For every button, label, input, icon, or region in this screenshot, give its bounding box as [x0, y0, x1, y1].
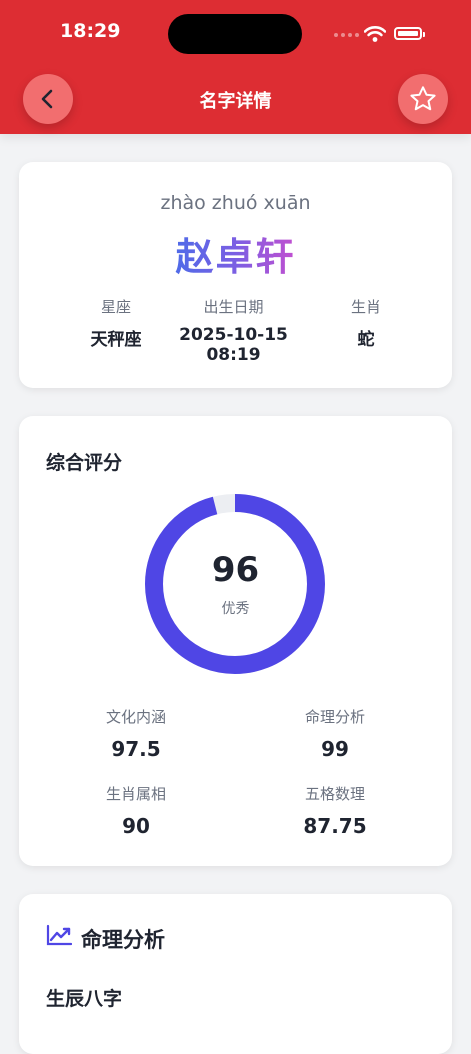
info-label: 生肖: [350, 298, 381, 316]
info-value: 天秤座: [90, 330, 142, 350]
star-outline-icon: [410, 86, 436, 111]
name-title: 赵卓轩: [19, 226, 452, 281]
metric-fortune: 命理分析 99: [245, 706, 425, 761]
bazi-subtitle: 生辰八字: [46, 988, 123, 1010]
metric-label: 文化内涵: [105, 708, 166, 726]
name-card: zhào zhuó xuān 赵卓轩 星座 天秤座 出生日期 2025-10-1…: [19, 162, 452, 388]
info-label: 星座: [100, 298, 131, 316]
wifi-icon: [364, 26, 386, 42]
score-card: 综合评分 96 优秀 文化内涵 97.5 命理分析 99 生肖属相 90 五格数…: [19, 416, 452, 866]
name-text: 赵卓轩: [175, 235, 296, 279]
metric-value: 97.5: [111, 737, 161, 761]
info-zodiac: 星座 天秤座: [71, 296, 161, 350]
analysis-card: 命理分析 生辰八字: [19, 894, 452, 1054]
score-value: 96: [211, 550, 260, 590]
name-pinyin: zhào zhuó xuān: [160, 192, 311, 214]
status-time: 18:29: [60, 20, 121, 42]
analysis-title: 命理分析: [81, 928, 165, 952]
metric-value: 90: [122, 814, 150, 838]
cellular-signal-icon: [334, 33, 359, 37]
metric-wuge: 五格数理 87.75: [245, 783, 425, 838]
metric-value: 99: [321, 737, 349, 761]
info-label: 出生日期: [203, 298, 264, 316]
metric-label: 命理分析: [304, 708, 365, 726]
app-header: 18:29 名字详情: [0, 0, 471, 134]
info-birthdate: 出生日期 2025-10-15 08:19: [161, 296, 306, 365]
score-section-title: 综合评分: [46, 452, 123, 474]
score-level: 优秀: [221, 601, 250, 617]
dynamic-island: [168, 14, 302, 54]
info-value: 2025-10-15 08:19: [179, 325, 288, 365]
metric-value: 87.75: [303, 814, 367, 838]
metric-culture: 文化内涵 97.5: [46, 706, 226, 761]
metric-label: 生肖属相: [105, 785, 166, 803]
metric-label: 五格数理: [304, 785, 365, 803]
favorite-button[interactable]: [398, 74, 448, 124]
trending-chart-icon: [46, 924, 72, 946]
battery-icon: [394, 27, 425, 40]
info-value: 蛇: [357, 330, 375, 350]
info-chinese-zodiac: 生肖 蛇: [329, 296, 403, 350]
metric-zodiac: 生肖属相 90: [46, 783, 226, 838]
